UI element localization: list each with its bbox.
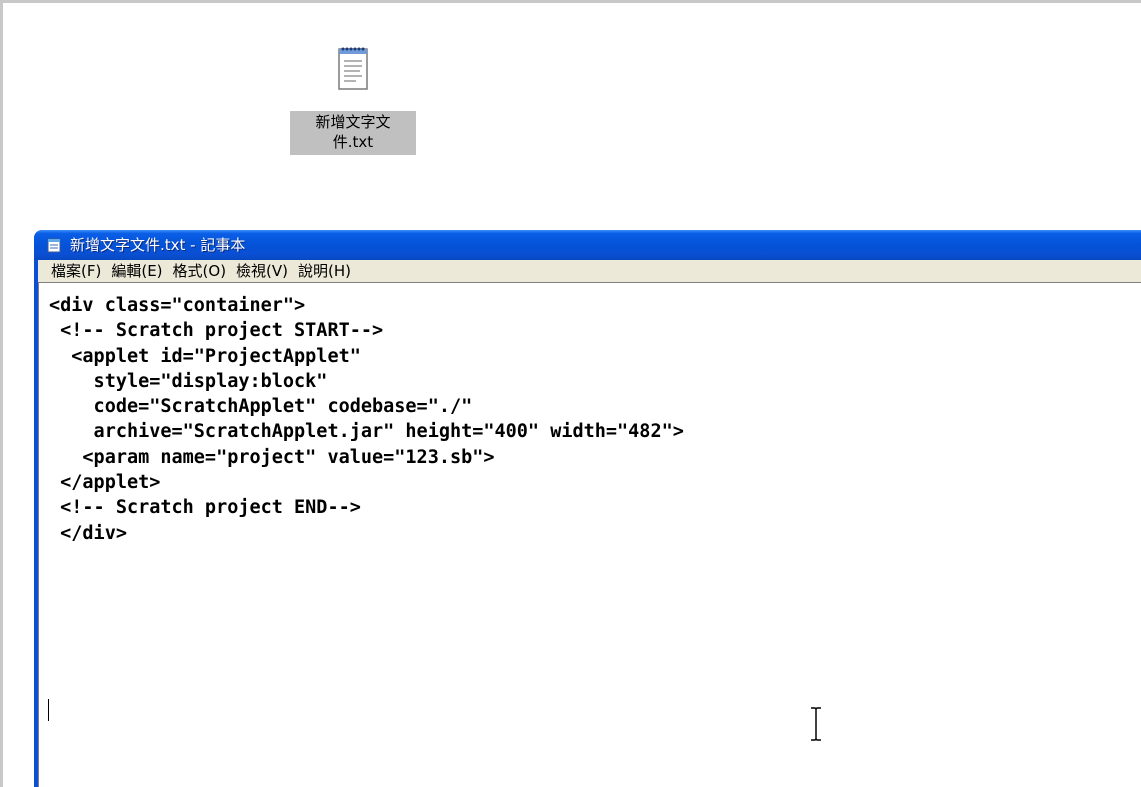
menu-bar: 檔案(F) 編輯(E) 格式(O) 檢視(V) 說明(H) (38, 260, 1141, 282)
ibeam-cursor-icon (809, 707, 823, 741)
code-line: <applet id="ProjectApplet" (49, 345, 361, 367)
desktop-file-icon[interactable]: 新增文字文 件.txt (289, 41, 417, 155)
text-caret (48, 699, 49, 721)
desktop-file-label[interactable]: 新增文字文 件.txt (290, 111, 416, 155)
menu-help[interactable]: 說明(H) (293, 260, 356, 282)
notepad-icon[interactable] (46, 237, 62, 253)
menu-view[interactable]: 檢視(V) (231, 260, 293, 282)
menu-edit[interactable]: 編輯(E) (106, 260, 167, 282)
menu-file[interactable]: 檔案(F) (38, 260, 106, 282)
editor-text[interactable]: <div class="container"> <!-- Scratch pro… (49, 293, 684, 546)
title-bar[interactable]: 新增文字文件.txt - 記事本 (34, 230, 1141, 260)
window-title: 新增文字文件.txt - 記事本 (70, 236, 246, 254)
code-line: <!-- Scratch project END--> (49, 497, 361, 519)
desktop-file-label-line1: 新增文字文 (315, 113, 391, 131)
notepad-window: 新增文字文件.txt - 記事本 檔案(F) 編輯(E) 格式(O) 檢視(V) 說明(… (34, 230, 1141, 787)
desktop: 新增文字文 件.txt 新增文字文件.txt - 記事本 檔案(F) 編輯(E) 格… (0, 0, 1141, 787)
notepad-file-icon (336, 41, 370, 97)
code-line: style="display:block" (49, 370, 328, 392)
code-line: <param name="project" value="123.sb"> (49, 446, 495, 468)
menu-format[interactable]: 格式(O) (168, 260, 232, 282)
code-line: </div> (49, 522, 127, 544)
code-line: <div class="container"> (49, 295, 306, 316)
code-line: code="ScratchApplet" codebase="./" (49, 396, 473, 418)
code-line: archive="ScratchApplet.jar" height="400"… (49, 421, 684, 443)
text-editor-area[interactable]: <div class="container"> <!-- Scratch pro… (38, 282, 1141, 787)
desktop-file-label-line2: 件.txt (332, 133, 374, 151)
code-line: </applet> (49, 472, 161, 494)
code-line: <!-- Scratch project START--> (49, 320, 384, 342)
